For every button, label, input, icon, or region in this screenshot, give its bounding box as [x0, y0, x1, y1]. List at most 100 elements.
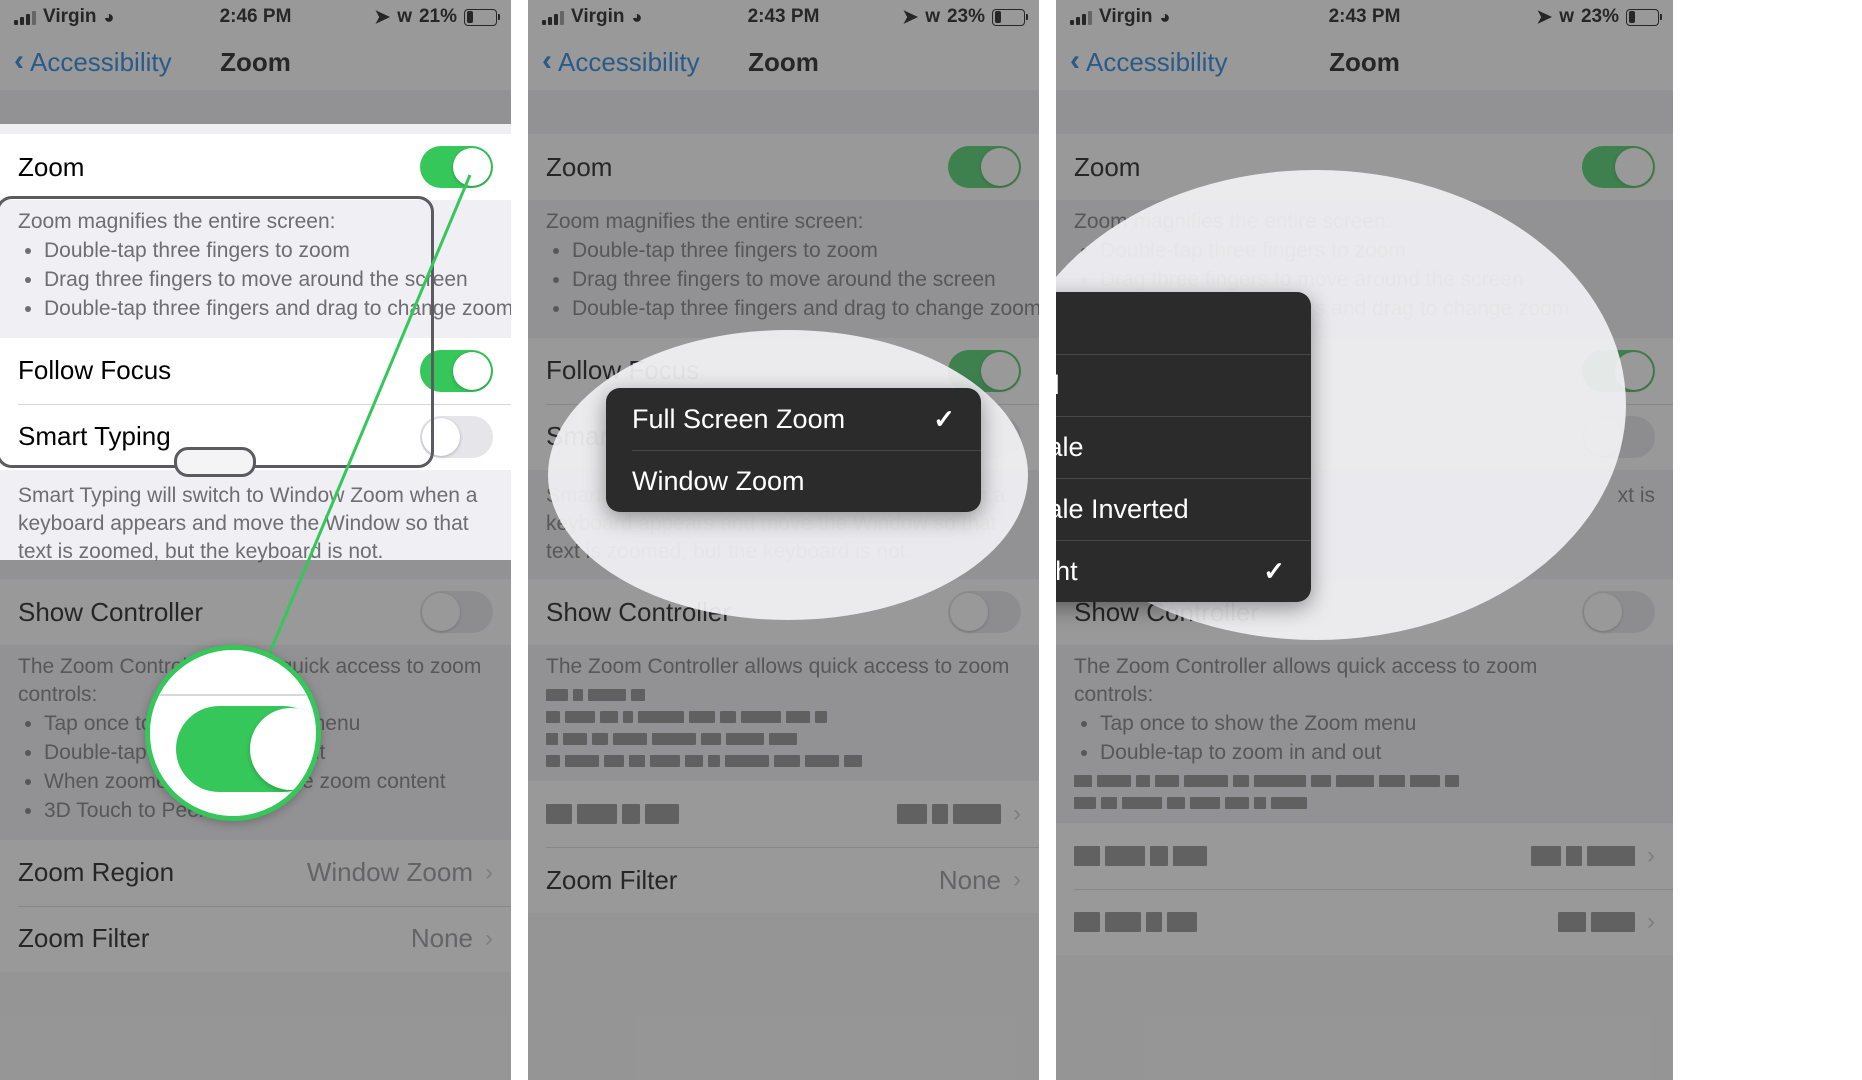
checkmark-icon: ✓	[1263, 555, 1285, 586]
nav-bar: ‹ Accessibility Zoom	[528, 34, 1039, 90]
blurred-text-block	[1074, 775, 1655, 788]
controller-footer-title: The Zoom Controller allows quick access …	[546, 655, 1010, 679]
menu-item-label: Inverted	[1056, 370, 1060, 401]
status-bar: Virgin ◕ 2:43 PM ➤ w 23%	[1056, 0, 1673, 34]
menu-item-label: Grayscale	[1056, 431, 1084, 462]
row-zoom-label: Zoom	[1074, 151, 1141, 182]
controller-footer-subtitle: controls:	[1074, 683, 1154, 707]
row-show-controller[interactable]: Show Controller	[0, 579, 511, 646]
status-left: Virgin ◕	[14, 6, 114, 28]
chevron-left-icon: ‹	[14, 43, 24, 77]
zoom-toggle[interactable]	[1582, 146, 1655, 188]
blurred-zoom-region-label	[546, 804, 679, 825]
zoom-group: Zoom	[528, 134, 1039, 200]
row-zoom-filter-label: Zoom Filter	[546, 864, 678, 895]
status-bar: Virgin ◕ 2:46 PM ➤ w 21%	[0, 0, 511, 34]
zoom-window-highlight[interactable]	[0, 196, 434, 468]
battery-icon	[464, 8, 500, 26]
zoom-filter-menu[interactable]: None Inverted Grayscale Grayscale Invert…	[1056, 292, 1311, 602]
battery-icon	[992, 8, 1028, 26]
smart-typing-footer-text: Smart Typing will switch to Window Zoom …	[18, 483, 478, 563]
nav-bar: ‹ Accessibility Zoom	[0, 34, 511, 90]
chevron-right-icon: ›	[1647, 842, 1655, 870]
row-zoom[interactable]: Zoom	[528, 134, 1039, 200]
chevron-left-icon: ‹	[542, 43, 552, 77]
row-zoom-filter[interactable]: ›	[1056, 889, 1673, 956]
zoom-region-value-wrap: ›	[1531, 842, 1655, 870]
status-left: Virgin ◕	[542, 6, 642, 28]
zoom-toggle[interactable]	[948, 146, 1021, 188]
wifi-icon: ◕	[1159, 7, 1171, 27]
menu-item-grayscale-inverted[interactable]: Grayscale Inverted	[1056, 478, 1311, 540]
menu-item-grayscale[interactable]: Grayscale	[1056, 416, 1311, 478]
menu-item-full-screen-zoom[interactable]: Full Screen Zoom ✓	[606, 388, 981, 450]
bluetooth-icon: w	[397, 6, 412, 27]
row-zoom-label: Zoom	[18, 151, 85, 182]
status-left: Virgin ◕	[1070, 6, 1170, 28]
chevron-left-icon: ‹	[1070, 43, 1080, 77]
zoom-filter-value-wrap: ›	[1558, 908, 1655, 936]
zoom-filter-value-wrap: None ›	[411, 923, 493, 954]
carrier-label: Virgin	[1099, 6, 1153, 27]
blurred-zoom-filter-label	[1074, 912, 1197, 933]
row-zoom-region[interactable]: ›	[528, 781, 1039, 848]
blurred-text-block	[546, 733, 1021, 746]
zoom-region-menu[interactable]: Full Screen Zoom ✓ Window Zoom	[606, 388, 981, 512]
chevron-right-icon: ›	[485, 924, 493, 952]
show-controller-toggle[interactable]	[420, 591, 493, 634]
back-button[interactable]: ‹ Accessibility	[542, 43, 700, 78]
zoom-footer-bullet: Drag three fingers to move around the sc…	[572, 266, 1021, 294]
back-label: Accessibility	[558, 46, 700, 77]
zoom-filter-value-wrap: None ›	[939, 865, 1021, 896]
menu-item-label: Window Zoom	[632, 465, 805, 496]
row-zoom-filter[interactable]: Zoom Filter None ›	[528, 847, 1039, 914]
nav-bar: ‹ Accessibility Zoom	[1056, 34, 1673, 90]
show-controller-toggle[interactable]	[1582, 591, 1655, 634]
battery-percent: 23%	[1580, 6, 1619, 27]
smart-typing-footer-text2: xt is	[1617, 483, 1655, 507]
panel-2-zoom-region-menu: Virgin ◕ 2:43 PM ➤ w 23% ‹ Accessibility…	[528, 0, 1039, 1080]
row-zoom[interactable]: Zoom	[0, 134, 511, 200]
row-zoom-filter-label: Zoom Filter	[18, 923, 150, 954]
three-panel-screenshot: Virgin ◕ 2:46 PM ➤ w 21% ‹ Accessibility…	[0, 0, 1862, 1080]
menu-item-none[interactable]: None	[1056, 292, 1311, 354]
carrier-label: Virgin	[43, 6, 97, 27]
menu-item-low-light[interactable]: Low Light ✓	[1056, 540, 1311, 602]
status-bar: Virgin ◕ 2:43 PM ➤ w 23%	[528, 0, 1039, 34]
chevron-right-icon: ›	[1013, 800, 1021, 828]
list-top-gap	[0, 90, 511, 134]
back-button[interactable]: ‹ Accessibility	[1070, 43, 1228, 78]
controller-footer-bullet: Double-tap to zoom in and out	[1100, 739, 1655, 767]
menu-item-window-zoom[interactable]: Window Zoom	[606, 450, 981, 512]
zoom-filter-value: None	[938, 864, 1001, 895]
zoom-footer: Zoom magnifies the entire screen: Double…	[528, 200, 1039, 338]
back-button[interactable]: ‹ Accessibility	[14, 43, 172, 78]
zoom-region-value: Window Zoom	[306, 857, 473, 888]
menu-item-label: Grayscale Inverted	[1056, 493, 1189, 524]
location-arrow-icon: ➤	[374, 6, 391, 28]
zoom-toggle[interactable]	[420, 146, 493, 188]
show-controller-toggle[interactable]	[948, 591, 1021, 634]
row-zoom-region[interactable]: ›	[1056, 823, 1673, 890]
row-zoom-region[interactable]: Zoom Region Window Zoom ›	[0, 839, 511, 906]
cellular-bars-icon	[14, 10, 36, 25]
controller-footer: The Zoom Controller allows quick access …	[528, 645, 1039, 782]
region-group: › ›	[1056, 823, 1673, 956]
zoom-region-value-wrap: Window Zoom ›	[307, 857, 493, 888]
wifi-icon: ◕	[103, 7, 115, 27]
menu-item-inverted[interactable]: Inverted	[1056, 354, 1311, 416]
blurred-text-block	[546, 755, 1021, 768]
list-top-gap	[528, 90, 1039, 134]
region-group: Zoom Region Window Zoom › Zoom Filter No…	[0, 839, 511, 972]
cellular-bars-icon	[542, 10, 564, 25]
cellular-bars-icon	[1070, 10, 1092, 25]
checkmark-icon: ✓	[933, 403, 955, 434]
row-zoom-filter[interactable]: Zoom Filter None ›	[0, 905, 511, 972]
blurred-zoom-filter-value	[1558, 912, 1635, 933]
battery-icon	[1626, 8, 1662, 26]
chevron-right-icon: ›	[1647, 908, 1655, 936]
smart-typing-footer: Smart Typing will switch to Window Zoom …	[0, 469, 511, 580]
row-zoom-region-label: Zoom Region	[18, 857, 175, 888]
battery-percent: 23%	[946, 6, 985, 27]
wifi-icon: ◕	[631, 7, 643, 27]
